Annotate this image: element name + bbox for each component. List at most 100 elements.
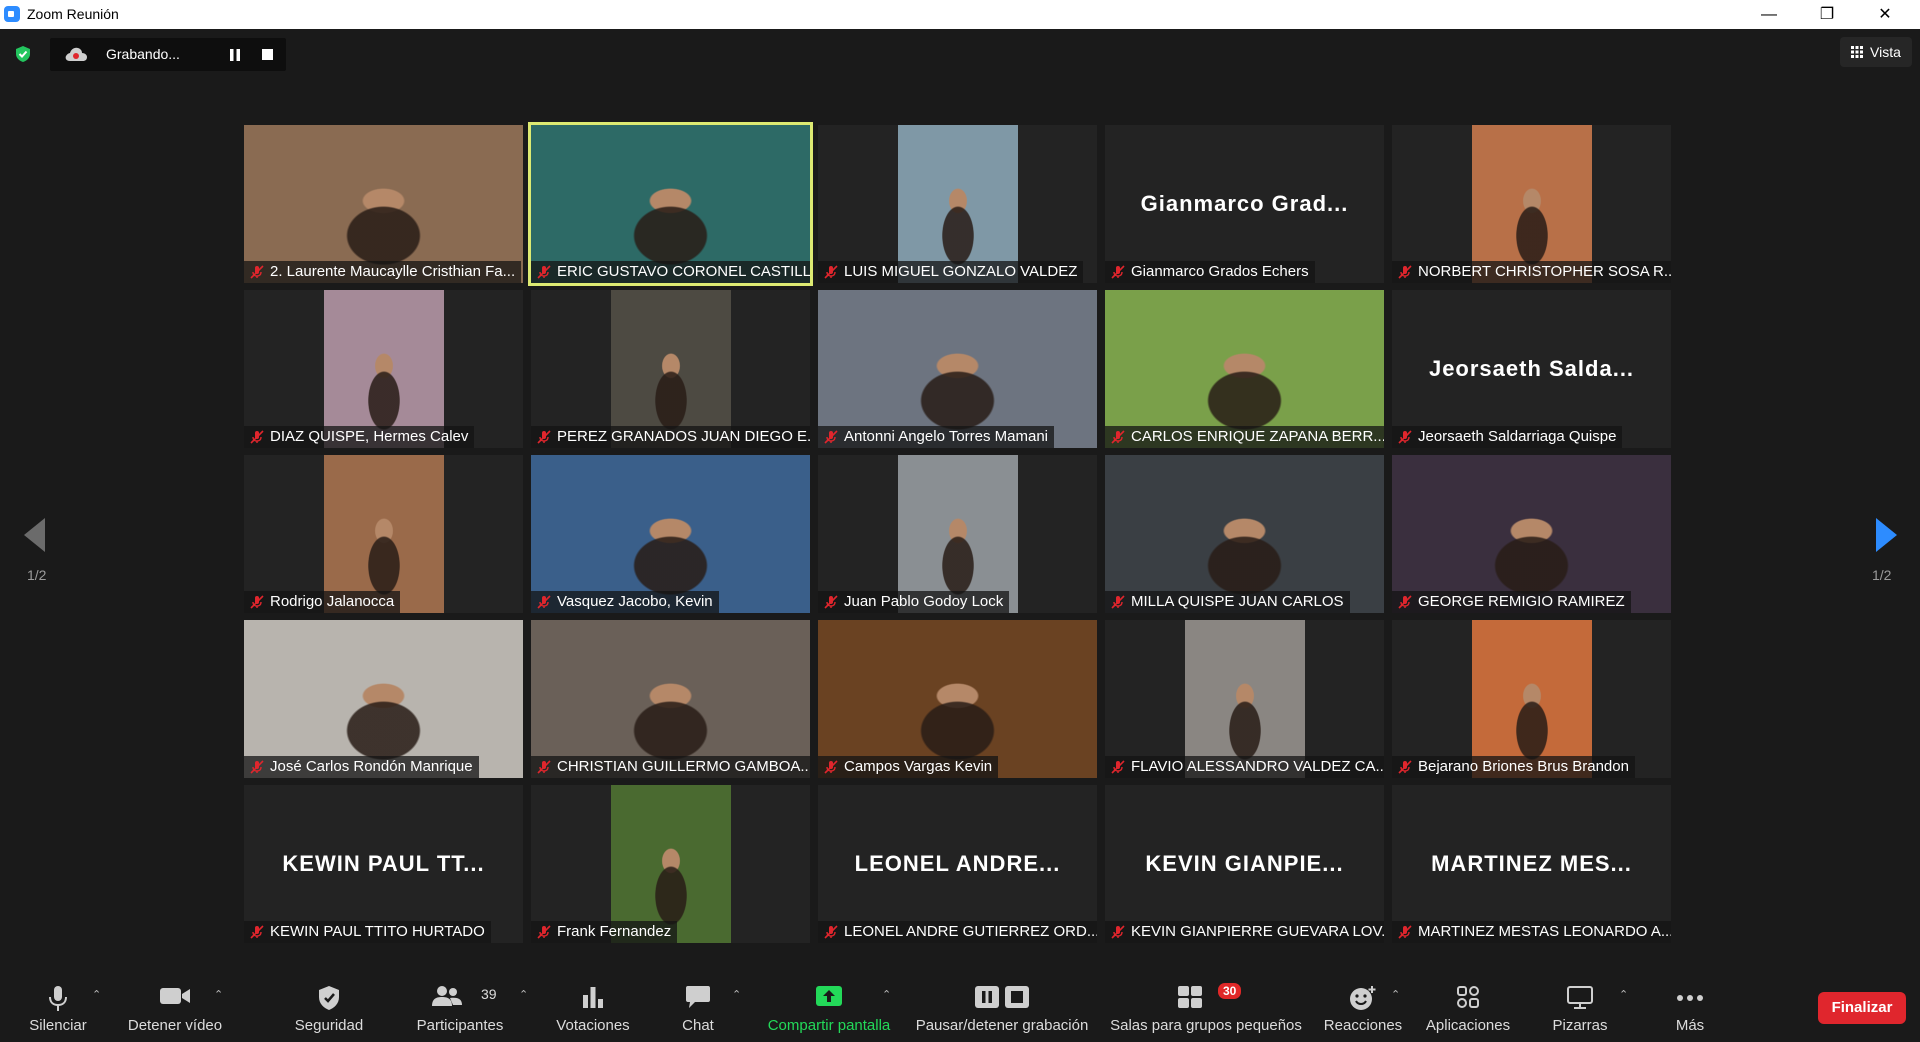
muted-microphone-icon <box>537 430 551 444</box>
participant-video <box>531 620 810 778</box>
participant-name-tag: Gianmarco Grados Echers <box>1105 261 1315 283</box>
muted-microphone-icon <box>1111 265 1125 279</box>
participants-button[interactable]: 39 Participantes <box>405 970 515 1042</box>
participants-options-chevron-icon[interactable]: ⌃ <box>519 988 528 1001</box>
muted-microphone-icon <box>1398 595 1412 609</box>
muted-microphone-icon <box>250 925 264 939</box>
participant-name-tag: DIAZ QUISPE, Hermes Calev <box>244 426 475 448</box>
muted-microphone-icon <box>250 595 264 609</box>
participant-video <box>324 290 444 448</box>
whiteboards-options-chevron-icon[interactable]: ⌃ <box>1619 988 1628 1001</box>
participant-tile[interactable]: KEVIN GIANPIE... KEVIN GIANPIERRE GUEVARA… <box>1105 785 1384 943</box>
participant-tile[interactable]: NORBERT CHRISTOPHER SOSA R... <box>1392 125 1671 283</box>
chat-options-chevron-icon[interactable]: ⌃ <box>732 988 741 1001</box>
participant-tile[interactable]: CHRISTIAN GUILLERMO GAMBOA... <box>531 620 810 778</box>
security-shield-icon[interactable] <box>14 45 32 63</box>
participant-display-name: LEONEL ANDRE... <box>854 851 1061 876</box>
participant-name: Frank Fernandez <box>557 923 672 940</box>
muted-microphone-icon <box>1398 265 1412 279</box>
video-camera-icon <box>160 988 190 1004</box>
participant-video <box>898 455 1018 613</box>
participant-tile[interactable]: Frank Fernandez <box>531 785 810 943</box>
participant-name: MILLA QUISPE JUAN CARLOS <box>1131 593 1344 610</box>
breakout-rooms-button[interactable]: 30 Salas para grupos pequeños <box>1108 970 1304 1042</box>
minimize-button[interactable]: — <box>1746 0 1792 29</box>
participant-tile[interactable]: LEONEL ANDRE... LEONEL ANDRE GUTIERREZ OR… <box>818 785 1097 943</box>
participant-name-tag: Vasquez Jacobo, Kevin <box>531 591 719 613</box>
share-screen-button[interactable]: Compartir pantalla <box>758 970 900 1042</box>
muted-microphone-icon <box>250 265 264 279</box>
participant-name: ERIC GUSTAVO CORONEL CASTILLO <box>557 263 810 280</box>
stop-recording-icon[interactable] <box>262 49 273 60</box>
video-options-chevron-icon[interactable]: ⌃ <box>214 988 223 1001</box>
participant-name-tag: KEVIN GIANPIERRE GUEVARA LOV... <box>1105 921 1384 943</box>
participant-video <box>531 125 810 283</box>
view-button[interactable]: Vista <box>1840 37 1912 67</box>
participant-tile[interactable]: Vasquez Jacobo, Kevin <box>531 455 810 613</box>
participant-tile[interactable]: DIAZ QUISPE, Hermes Calev <box>244 290 523 448</box>
more-button[interactable]: Más <box>1660 970 1720 1042</box>
cloud-record-icon <box>65 47 87 61</box>
pause-stop-recording-button[interactable]: Pausar/detener grabación <box>905 970 1099 1042</box>
end-meeting-button[interactable]: Finalizar <box>1818 992 1906 1024</box>
previous-page-icon[interactable] <box>24 518 45 552</box>
participant-tile[interactable]: Juan Pablo Godoy Lock <box>818 455 1097 613</box>
participant-name-tag: CHRISTIAN GUILLERMO GAMBOA... <box>531 756 810 778</box>
participant-tile[interactable]: Gianmarco Grad... Gianmarco Grados Echers <box>1105 125 1384 283</box>
reactions-label: Reacciones <box>1323 1017 1403 1034</box>
restore-button[interactable]: ❐ <box>1804 0 1850 29</box>
chat-button[interactable]: Chat <box>668 970 728 1042</box>
pause-recording-icon[interactable] <box>228 48 242 62</box>
participant-tile[interactable]: MILLA QUISPE JUAN CARLOS <box>1105 455 1384 613</box>
participant-name: KEVIN GIANPIERRE GUEVARA LOV... <box>1131 923 1384 940</box>
participant-tile[interactable]: LUIS MIGUEL GONZALO VALDEZ <box>818 125 1097 283</box>
participant-name: CHRISTIAN GUILLERMO GAMBOA... <box>557 758 810 775</box>
whiteboards-button[interactable]: Pizarras <box>1538 970 1622 1042</box>
meeting-toolbar: Silenciar ⌃ Detener vídeo ⌃ Seguridad 39… <box>0 970 1920 1042</box>
apps-label: Aplicaciones <box>1425 1017 1511 1034</box>
muted-microphone-icon <box>250 760 264 774</box>
participant-tile[interactable]: KEWIN PAUL TT... KEWIN PAUL TTITO HURTADO <box>244 785 523 943</box>
pause-stop-recording-label: Pausar/detener grabación <box>915 1017 1089 1034</box>
participant-tile[interactable]: PEREZ GRANADOS JUAN DIEGO E... <box>531 290 810 448</box>
muted-microphone-icon <box>824 925 838 939</box>
participant-tile[interactable]: Antonni Angelo Torres Mamani <box>818 290 1097 448</box>
polls-button[interactable]: Votaciones <box>548 970 638 1042</box>
participant-tile[interactable]: 2. Laurente Maucaylle Cristhian Fa... <box>244 125 523 283</box>
reactions-button[interactable]: Reacciones <box>1318 970 1408 1042</box>
share-options-chevron-icon[interactable]: ⌃ <box>882 988 891 1001</box>
page-indicator-right: 1/2 <box>1872 567 1892 583</box>
participant-name-tag: GEORGE REMIGIO RAMIREZ <box>1392 591 1631 613</box>
participant-name: Juan Pablo Godoy Lock <box>844 593 1004 610</box>
stop-video-button[interactable]: Detener vídeo <box>118 970 232 1042</box>
participants-count: 39 <box>481 986 497 1002</box>
participant-name: Antonni Angelo Torres Mamani <box>844 428 1049 445</box>
participant-name-tag: Jeorsaeth Saldarriaga Quispe <box>1392 426 1623 448</box>
participant-display-name: KEWIN PAUL TT... <box>282 851 485 876</box>
mute-options-chevron-icon[interactable]: ⌃ <box>92 988 101 1001</box>
participant-name-tag: PEREZ GRANADOS JUAN DIEGO E... <box>531 426 810 448</box>
mute-button[interactable]: Silenciar <box>18 970 98 1042</box>
participant-tile[interactable]: José Carlos Rondón Manrique <box>244 620 523 778</box>
security-label: Seguridad <box>294 1017 364 1034</box>
participant-tile[interactable]: MARTINEZ MES... MARTINEZ MESTAS LEONARDO … <box>1392 785 1671 943</box>
participant-tile[interactable]: CARLOS ENRIQUE ZAPANA BERR... <box>1105 290 1384 448</box>
participant-tile[interactable]: GEORGE REMIGIO RAMIREZ <box>1392 455 1671 613</box>
reactions-options-chevron-icon[interactable]: ⌃ <box>1391 988 1400 1001</box>
participant-tile[interactable]: FLAVIO ALESSANDRO VALDEZ CA... <box>1105 620 1384 778</box>
close-button[interactable]: ✕ <box>1862 0 1908 29</box>
apps-button[interactable]: Aplicaciones <box>1418 970 1518 1042</box>
participant-name-tag: ERIC GUSTAVO CORONEL CASTILLO <box>531 261 810 283</box>
participant-tile[interactable]: ERIC GUSTAVO CORONEL CASTILLO <box>528 122 813 286</box>
next-page-icon[interactable] <box>1876 518 1897 552</box>
security-button[interactable]: Seguridad <box>284 970 374 1042</box>
participant-grid: 2. Laurente Maucaylle Cristhian Fa... ERI… <box>244 122 1675 945</box>
participant-name-tag: NORBERT CHRISTOPHER SOSA R... <box>1392 261 1671 283</box>
participant-tile[interactable]: Jeorsaeth Salda... Jeorsaeth Saldarriaga … <box>1392 290 1671 448</box>
participant-tile[interactable]: Campos Vargas Kevin <box>818 620 1097 778</box>
muted-microphone-icon <box>824 760 838 774</box>
participant-tile[interactable]: Bejarano Briones Brus Brandon <box>1392 620 1671 778</box>
participant-video <box>244 125 523 283</box>
participant-name: Vasquez Jacobo, Kevin <box>557 593 713 610</box>
participant-tile[interactable]: Rodrigo Jalanocca <box>244 455 523 613</box>
